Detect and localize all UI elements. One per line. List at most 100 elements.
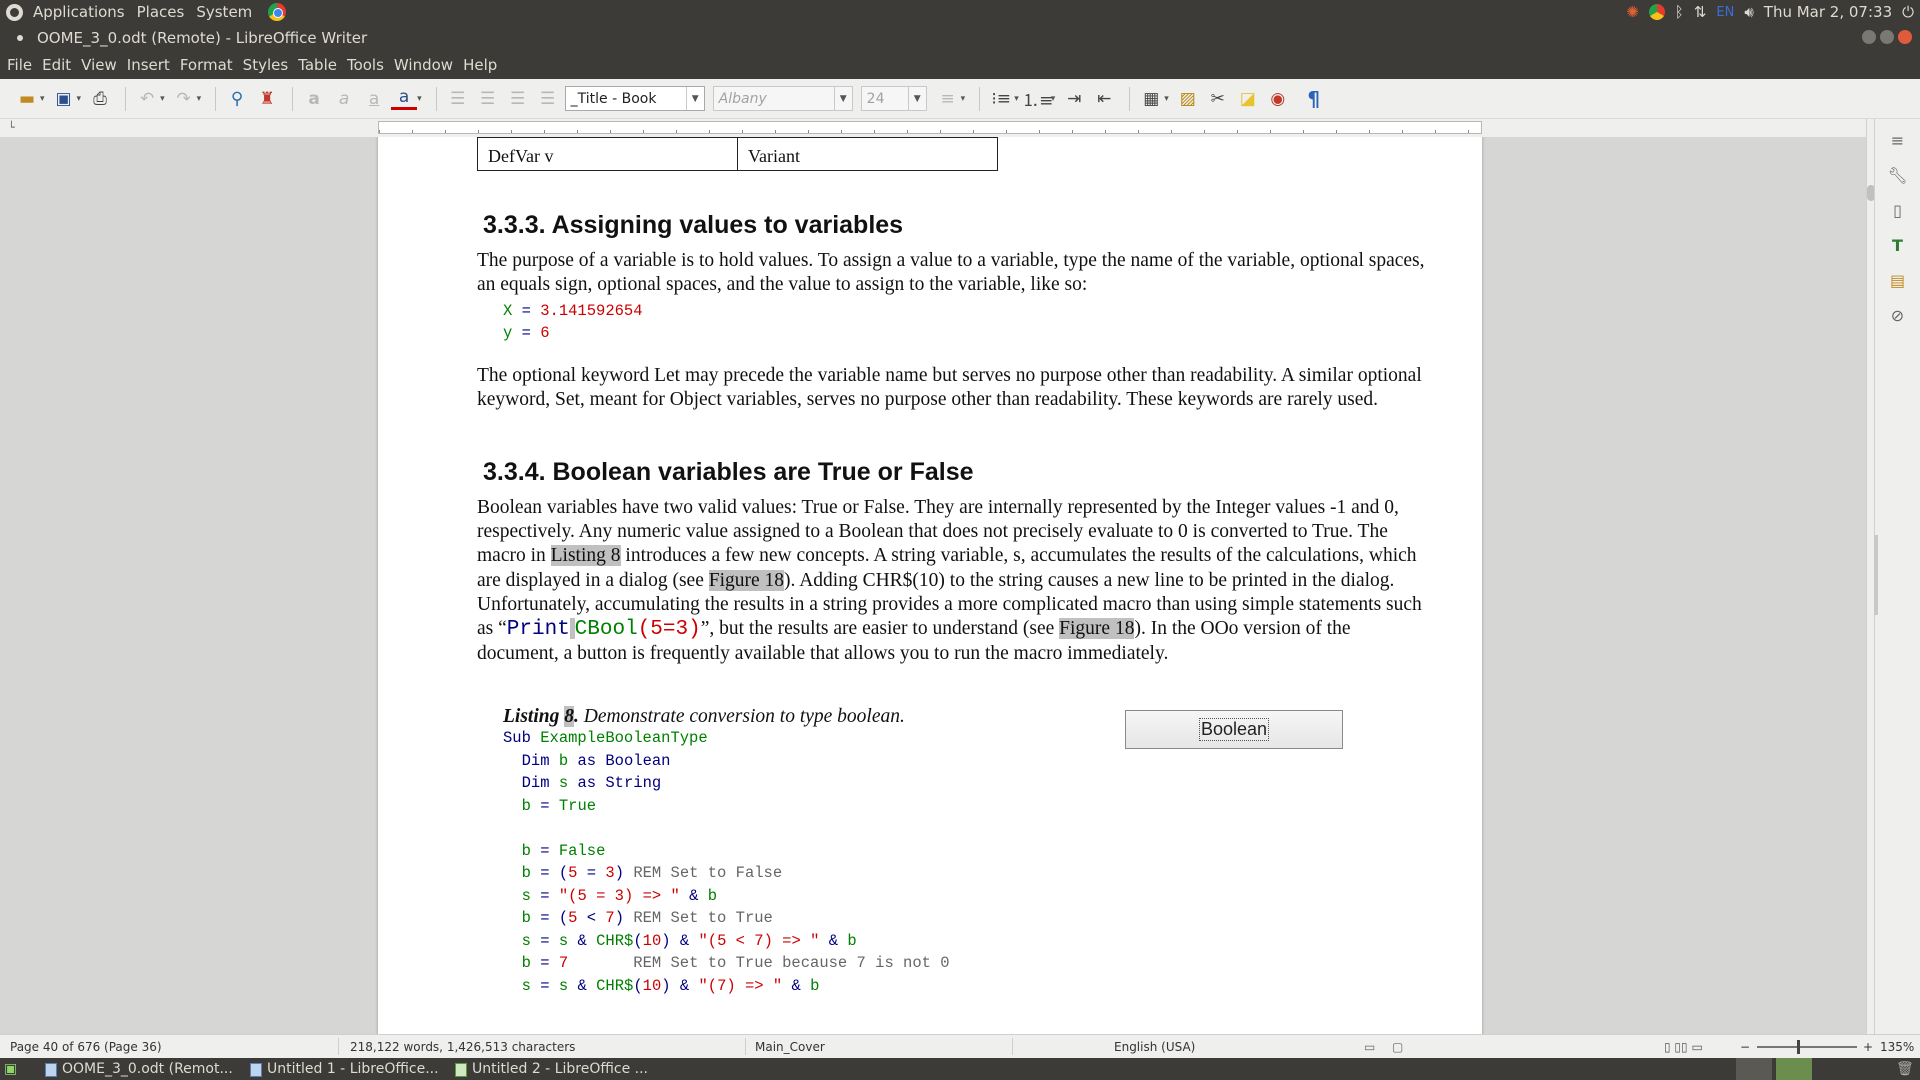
- menu-tools[interactable]: Tools: [342, 56, 389, 74]
- menu-help[interactable]: Help: [458, 56, 502, 74]
- track-changes-icon[interactable]: ◉: [1265, 86, 1291, 112]
- line-spacing-dropdown-icon[interactable]: ▾: [961, 94, 966, 104]
- view-layout-icons[interactable]: ▯ ▯▯ ▭: [1664, 1040, 1703, 1054]
- print-icon[interactable]: ⎙: [87, 86, 113, 112]
- redo-dropdown-icon[interactable]: ▾: [197, 94, 202, 104]
- paragraph-style-combo[interactable]: _Title - Book ▼: [564, 86, 705, 111]
- table-cell[interactable]: DefVar v: [477, 137, 738, 171]
- page-icon[interactable]: ▯: [1887, 199, 1909, 221]
- clone-formatting-icon[interactable]: ♜: [254, 86, 280, 112]
- font-size-combo[interactable]: 24 ▼: [860, 86, 927, 111]
- chevron-down-icon[interactable]: ▼: [833, 87, 852, 110]
- insert-chart-icon[interactable]: ✂: [1205, 86, 1231, 112]
- system-menu[interactable]: System: [190, 0, 258, 24]
- increase-indent-icon[interactable]: ⇥: [1061, 86, 1087, 112]
- numbering-icon[interactable]: ⒈≡: [1022, 86, 1053, 112]
- align-center-icon[interactable]: ☰: [475, 86, 501, 112]
- bluetooth-icon[interactable]: ᛒ: [1675, 3, 1684, 21]
- minimize-button[interactable]: [1862, 30, 1876, 44]
- run-macro-boolean-button[interactable]: Boolean: [1125, 710, 1343, 749]
- chrome-launcher-icon[interactable]: [268, 3, 287, 21]
- close-button[interactable]: [1898, 30, 1912, 44]
- document-modified-icon[interactable]: ▢: [1392, 1040, 1403, 1054]
- document-page[interactable]: DefVar v Variant 3.3.3. Assigning values…: [378, 137, 1482, 1034]
- redo-icon[interactable]: ↷: [171, 86, 197, 112]
- taskbar-window[interactable]: Untitled 2 - LibreOffice ...: [450, 1058, 648, 1080]
- insert-table-icon[interactable]: ▦: [1138, 86, 1164, 112]
- table-cell[interactable]: Variant: [737, 137, 998, 171]
- zoom-slider-knob[interactable]: [1797, 1040, 1800, 1054]
- cross-reference-link[interactable]: Figure 18: [1059, 618, 1135, 640]
- save-dropdown-icon[interactable]: ▾: [77, 94, 82, 104]
- network-icon[interactable]: ⇅: [1694, 3, 1707, 21]
- menu-edit[interactable]: Edit: [37, 56, 76, 74]
- horizontal-ruler[interactable]: [378, 121, 1482, 134]
- menu-styles[interactable]: Styles: [238, 56, 294, 74]
- show-desktop-icon[interactable]: ▣: [4, 1058, 22, 1080]
- undo-icon[interactable]: ↶: [134, 86, 160, 112]
- chevron-down-icon[interactable]: ▼: [685, 87, 704, 110]
- cross-reference-link[interactable]: Figure 18: [708, 569, 785, 591]
- insert-image-icon[interactable]: ▨: [1175, 86, 1201, 112]
- underline-icon[interactable]: a: [361, 86, 387, 112]
- styles-icon[interactable]: T: [1887, 234, 1909, 256]
- italic-icon[interactable]: a: [331, 86, 357, 112]
- ubuntu-logo-icon[interactable]: [6, 3, 23, 21]
- align-right-icon[interactable]: ☰: [505, 86, 531, 112]
- find-replace-icon[interactable]: ⚲: [224, 86, 250, 112]
- chevron-down-icon[interactable]: ▼: [907, 87, 926, 110]
- bullets-icon[interactable]: ⁝≡: [988, 86, 1014, 112]
- applications-menu[interactable]: Applications: [27, 0, 131, 24]
- volume-icon[interactable]: 🔊︎: [1744, 3, 1753, 21]
- font-color-dropdown-icon[interactable]: ▾: [417, 94, 422, 104]
- align-left-icon[interactable]: ☰: [445, 86, 471, 112]
- tab-stop-icon[interactable]: └: [8, 121, 15, 134]
- selection-mode-icon[interactable]: ▭: [1364, 1040, 1375, 1054]
- font-name-combo[interactable]: Albany ▼: [712, 86, 853, 111]
- trash-icon[interactable]: 🗑︎: [1896, 1058, 1916, 1080]
- maximize-button[interactable]: [1880, 30, 1894, 44]
- zoom-out-icon[interactable]: −: [1740, 1040, 1750, 1054]
- line-spacing-icon[interactable]: ≡: [935, 86, 961, 112]
- places-menu[interactable]: Places: [131, 0, 191, 24]
- taskbar-window[interactable]: OOME_3_0.odt (Remot...: [40, 1058, 233, 1080]
- clock[interactable]: Thu Mar 2, 07:33: [1764, 3, 1892, 21]
- zoom-in-icon[interactable]: +: [1863, 1040, 1873, 1054]
- undo-dropdown-icon[interactable]: ▾: [160, 94, 165, 104]
- workspace-switcher-1[interactable]: [1736, 1058, 1772, 1080]
- word-count-status[interactable]: 218,122 words, 1,426,513 characters: [350, 1040, 575, 1054]
- menu-table[interactable]: Table: [293, 56, 342, 74]
- vertical-scrollbar[interactable]: [1866, 119, 1875, 1034]
- sidebar-menu-icon[interactable]: ≡: [1887, 129, 1909, 151]
- chrome-tray-icon[interactable]: [1648, 4, 1665, 20]
- menu-view[interactable]: View: [76, 56, 122, 74]
- page-style-status[interactable]: Main_Cover: [755, 1040, 825, 1054]
- menu-file[interactable]: File: [2, 56, 37, 74]
- font-color-icon[interactable]: a: [391, 87, 418, 110]
- save-icon[interactable]: ▣: [51, 86, 77, 112]
- deftype-table[interactable]: DefVar v Variant: [477, 137, 998, 171]
- menu-format[interactable]: Format: [175, 56, 238, 74]
- insert-comment-icon[interactable]: ◪: [1235, 86, 1261, 112]
- numbering-dropdown-icon[interactable]: ▾: [1051, 94, 1056, 104]
- zoom-slider[interactable]: [1757, 1046, 1857, 1048]
- open-folder-icon[interactable]: ▬: [14, 86, 40, 112]
- insert-table-dropdown-icon[interactable]: ▾: [1164, 94, 1169, 104]
- formatting-marks-icon[interactable]: ¶: [1301, 86, 1327, 112]
- gallery-icon[interactable]: ▤: [1887, 269, 1909, 291]
- bold-icon[interactable]: a: [301, 86, 327, 112]
- menu-window[interactable]: Window: [389, 56, 458, 74]
- decrease-indent-icon[interactable]: ⇤: [1091, 86, 1117, 112]
- justify-icon[interactable]: ☰: [535, 86, 561, 112]
- document-area[interactable]: DefVar v Variant 3.3.3. Assigning values…: [0, 137, 1866, 1034]
- zoom-level[interactable]: 135%: [1880, 1040, 1914, 1054]
- window-menu-icon[interactable]: [17, 34, 23, 41]
- input-language-indicator[interactable]: EN: [1716, 5, 1734, 20]
- language-status[interactable]: English (USA): [1114, 1040, 1195, 1054]
- menu-insert[interactable]: Insert: [122, 56, 175, 74]
- weather-icon[interactable]: ✺: [1626, 3, 1639, 21]
- workspace-switcher-2[interactable]: [1776, 1058, 1812, 1080]
- taskbar-window[interactable]: Untitled 1 - LibreOffice...: [245, 1058, 439, 1080]
- bullets-dropdown-icon[interactable]: ▾: [1014, 94, 1019, 104]
- cross-reference-link[interactable]: Listing 8: [550, 545, 621, 567]
